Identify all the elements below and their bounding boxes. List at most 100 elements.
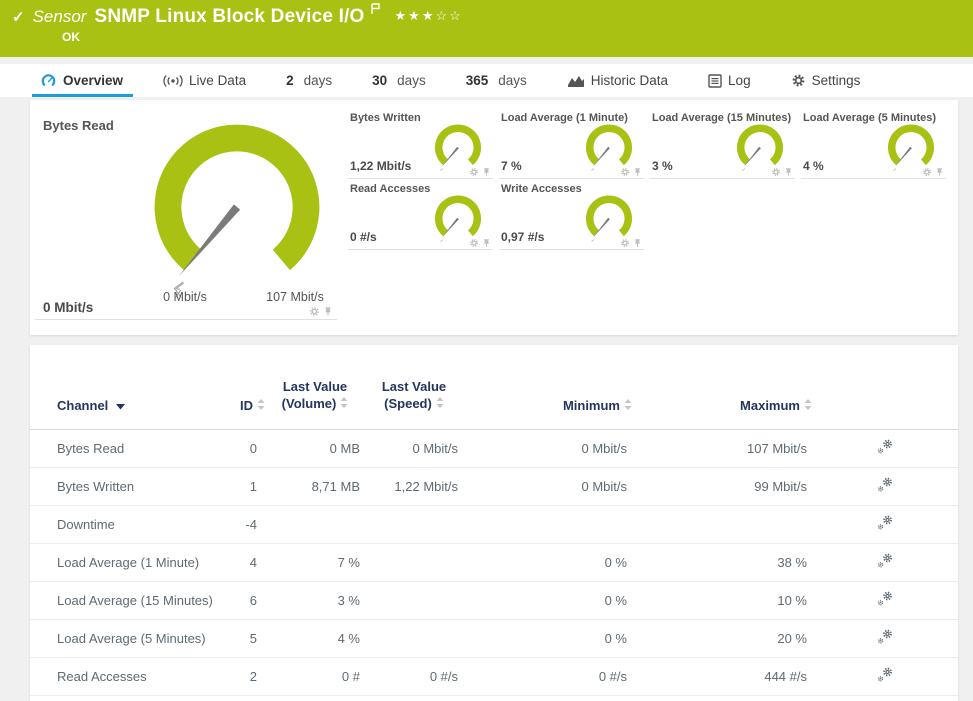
- tab-log[interactable]: Log: [708, 64, 751, 97]
- pin-icon[interactable]: [935, 167, 944, 177]
- gauge-title: Load Average (5 Minutes): [803, 112, 946, 124]
- actions-cell: [812, 657, 958, 695]
- tab-30-days[interactable]: 30days: [372, 64, 426, 97]
- speed-cell: [365, 619, 463, 657]
- page: { "header": { "kind_label": "Sensor", "t…: [0, 0, 973, 701]
- id-cell: 3: [220, 695, 265, 701]
- pin-icon[interactable]: [323, 306, 333, 317]
- column-label: Minimum: [563, 398, 620, 413]
- pin-icon[interactable]: [633, 167, 642, 177]
- maximum-cell: 444 #/s: [632, 657, 812, 695]
- column-label: Last Value: [382, 379, 446, 394]
- gear-icon[interactable]: [922, 167, 932, 177]
- stars-filled: ★★★: [395, 8, 436, 23]
- channel-cell: Read Accesses: [30, 657, 220, 695]
- tab-label: Live Data: [189, 73, 246, 88]
- gauge-title: Load Average (1 Minute): [501, 112, 644, 124]
- tab-overview[interactable]: Overview: [40, 64, 123, 97]
- gauge-value: 0 Mbit/s: [43, 300, 93, 315]
- channel-cell: Downtime: [30, 505, 220, 543]
- sensor-kind-label: Sensor: [33, 7, 87, 27]
- gear-icon[interactable]: [620, 238, 630, 248]
- tab-label: days: [304, 73, 333, 88]
- maximum-cell: 107 Mbit/s: [632, 429, 812, 467]
- table-row: Load Average (5 Minutes)54 %0 %20 %: [30, 619, 958, 657]
- pin-icon[interactable]: [482, 238, 491, 248]
- volume-cell: [265, 505, 365, 543]
- actions-cell: [812, 467, 958, 505]
- tab-label: Settings: [812, 73, 861, 88]
- channel-settings-icon[interactable]: [877, 629, 893, 645]
- maximum-cell: 10 %: [632, 581, 812, 619]
- sort-desc-icon: [116, 398, 125, 413]
- tab-number: 365: [466, 73, 489, 88]
- gear-icon[interactable]: [469, 167, 479, 177]
- id-cell: 6: [220, 581, 265, 619]
- gauge-value: 3 %: [652, 159, 673, 173]
- sensor-status-badge: OK: [62, 30, 973, 44]
- channel-settings-icon[interactable]: [877, 477, 893, 493]
- channel-settings-icon[interactable]: [877, 515, 893, 531]
- minimum-cell: 0 %: [463, 581, 632, 619]
- small-gauge-tile: Write Accesses 0,97 #/s: [499, 179, 644, 250]
- gear-icon: [791, 73, 806, 88]
- volume-cell: 58 #: [265, 695, 365, 701]
- column-header-maximum[interactable]: Maximum: [632, 345, 812, 429]
- tab-historic-data[interactable]: Historic Data: [567, 64, 668, 97]
- small-gauges-grid: Bytes Written 1,22 Mbit/s Load Average (…: [348, 108, 948, 250]
- tab-live-data[interactable]: Live Data: [163, 64, 246, 97]
- column-header-last-value-volume[interactable]: Last Value (Volume): [265, 345, 365, 429]
- minimum-cell: 0 Mbit/s: [463, 467, 632, 505]
- gear-icon[interactable]: [771, 167, 781, 177]
- speed-cell: [365, 581, 463, 619]
- channel-settings-icon[interactable]: [877, 439, 893, 455]
- tab-label: Overview: [63, 73, 123, 88]
- tab-365-days[interactable]: 365 days: [466, 64, 527, 97]
- volume-cell: 0 #: [265, 657, 365, 695]
- gauge-value: 0 #/s: [350, 230, 377, 244]
- gauge-title: Write Accesses: [501, 183, 644, 195]
- minimum-cell: 0 #/s: [463, 695, 632, 701]
- tab-label: days: [498, 73, 527, 88]
- gear-icon[interactable]: [309, 306, 320, 317]
- priority-flag-icon[interactable]: [370, 2, 381, 20]
- gauge-value: 7 %: [501, 159, 522, 173]
- sort-icon: [257, 398, 265, 413]
- tab-settings[interactable]: Settings: [791, 64, 861, 97]
- pin-icon[interactable]: [784, 167, 793, 177]
- column-header-minimum[interactable]: Minimum: [463, 345, 632, 429]
- priority-star-rating[interactable]: ★★★☆☆: [395, 8, 463, 24]
- minimum-cell: [463, 505, 632, 543]
- gear-icon[interactable]: [620, 167, 630, 177]
- channel-settings-icon[interactable]: [877, 553, 893, 569]
- minimum-cell: 0 #/s: [463, 657, 632, 695]
- id-cell: 5: [220, 619, 265, 657]
- volume-cell: 3 %: [265, 581, 365, 619]
- tab-label: Historic Data: [591, 73, 668, 88]
- column-header-id[interactable]: ID: [220, 345, 265, 429]
- column-header-actions: [812, 345, 958, 429]
- historic-data-icon: [567, 74, 585, 88]
- gauge-title: Bytes Written: [350, 112, 493, 124]
- gauge-scale-max: 107 Mbit/s: [245, 290, 345, 304]
- minimum-cell: 0 Mbit/s: [463, 429, 632, 467]
- speed-cell: 0,97 #/s: [365, 695, 463, 701]
- tab-2-days[interactable]: 2days: [286, 64, 332, 97]
- sensor-header: ✓ Sensor SNMP Linux Block Device I/O ★★★…: [0, 0, 973, 57]
- gauge-dial: x̄: [134, 112, 340, 302]
- pin-icon[interactable]: [482, 167, 491, 177]
- sensor-title: SNMP Linux Block Device I/O: [94, 6, 364, 28]
- column-header-last-value-speed[interactable]: Last Value (Speed): [365, 345, 463, 429]
- pin-icon[interactable]: [633, 238, 642, 248]
- channel-settings-icon[interactable]: [877, 591, 893, 607]
- id-cell: 2: [220, 657, 265, 695]
- maximum-cell: 285 #/s: [632, 695, 812, 701]
- small-gauge-tile: Read Accesses 0 #/s: [348, 179, 493, 250]
- id-cell: 0: [220, 429, 265, 467]
- table-row: Downtime-4: [30, 505, 958, 543]
- maximum-cell: 38 %: [632, 543, 812, 581]
- column-header-channel[interactable]: Channel: [30, 345, 220, 429]
- channel-settings-icon[interactable]: [877, 667, 893, 683]
- gear-icon[interactable]: [469, 238, 479, 248]
- column-label: Channel: [57, 398, 108, 413]
